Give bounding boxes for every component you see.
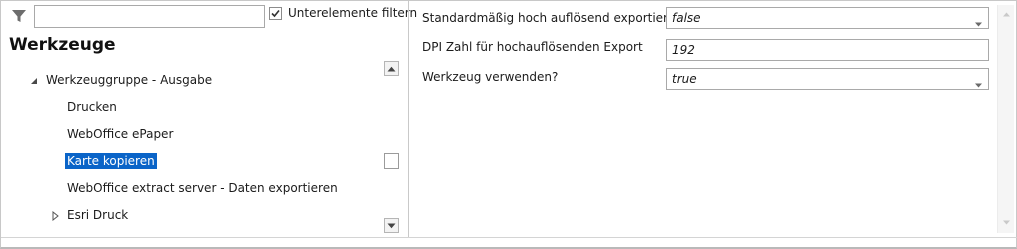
combo-value: true: [672, 72, 697, 86]
tree-group-label: Esri Druck: [67, 208, 129, 222]
scrollbar-thumb[interactable]: [384, 153, 399, 169]
property-label: DPI Zahl für hochauflösenden Export: [422, 40, 643, 54]
dpi-input[interactable]: 192: [666, 39, 989, 61]
tree-group-ausgabe[interactable]: Werkzeuggruppe - Ausgabe: [31, 70, 214, 90]
tree-group-label: Werkzeuggruppe - Ausgabe: [46, 73, 213, 87]
tree-item[interactable]: Drucken: [65, 97, 119, 117]
properties-window: Unterelemente filtern Werkzeuge Werkzeug…: [0, 0, 1017, 249]
dpi-value: 192: [672, 43, 695, 57]
tree-item-selected[interactable]: Karte kopieren: [65, 151, 157, 171]
properties-scrollbar[interactable]: [997, 5, 1014, 233]
tree-item-label: Drucken: [67, 100, 117, 114]
chevron-down-icon[interactable]: [975, 16, 982, 30]
combo-value: false: [672, 11, 701, 25]
tree-item-label: Karte kopieren: [65, 153, 157, 169]
use-tool-combo[interactable]: true: [666, 68, 989, 90]
checkmark-icon: [271, 9, 280, 17]
chevron-down-icon[interactable]: [975, 77, 982, 91]
tree-item[interactable]: WebOffice extract server - Daten exporti…: [65, 178, 340, 198]
divider: [1, 237, 1017, 238]
property-label: Werkzeug verwenden?: [422, 70, 559, 84]
filter-subelements-option[interactable]: Unterelemente filtern: [269, 6, 417, 20]
arrow-down-icon[interactable]: [999, 215, 1014, 230]
filter-subelements-checkbox[interactable]: [269, 6, 282, 20]
tools-heading: Werkzeuge: [9, 35, 116, 55]
filter-input[interactable]: [34, 5, 265, 28]
arrow-down-icon[interactable]: [384, 218, 399, 233]
arrow-up-icon[interactable]: [999, 7, 1014, 22]
property-label: Standardmäßig hoch auflösend exportieren…: [422, 11, 690, 25]
tree-item-label: WebOffice ePaper: [67, 127, 174, 141]
high-res-export-combo[interactable]: false: [666, 7, 989, 29]
arrow-up-icon[interactable]: [384, 61, 399, 76]
filter-subelements-label: Unterelemente filtern: [288, 6, 418, 20]
tree-scrollbar[interactable]: [383, 61, 400, 234]
tree-group-esri-druck[interactable]: Esri Druck: [49, 205, 130, 225]
tools-panel: Unterelemente filtern Werkzeuge Werkzeug…: [1, 1, 417, 247]
triangle-collapsed-icon[interactable]: [51, 210, 61, 222]
properties-panel: Standardmäßig hoch auflösend exportieren…: [409, 1, 1017, 247]
funnel-icon[interactable]: [11, 8, 27, 24]
triangle-expanded-icon[interactable]: [29, 75, 39, 85]
tree-item[interactable]: WebOffice ePaper: [65, 124, 175, 144]
tree-item-label: WebOffice extract server - Daten exporti…: [67, 181, 338, 195]
